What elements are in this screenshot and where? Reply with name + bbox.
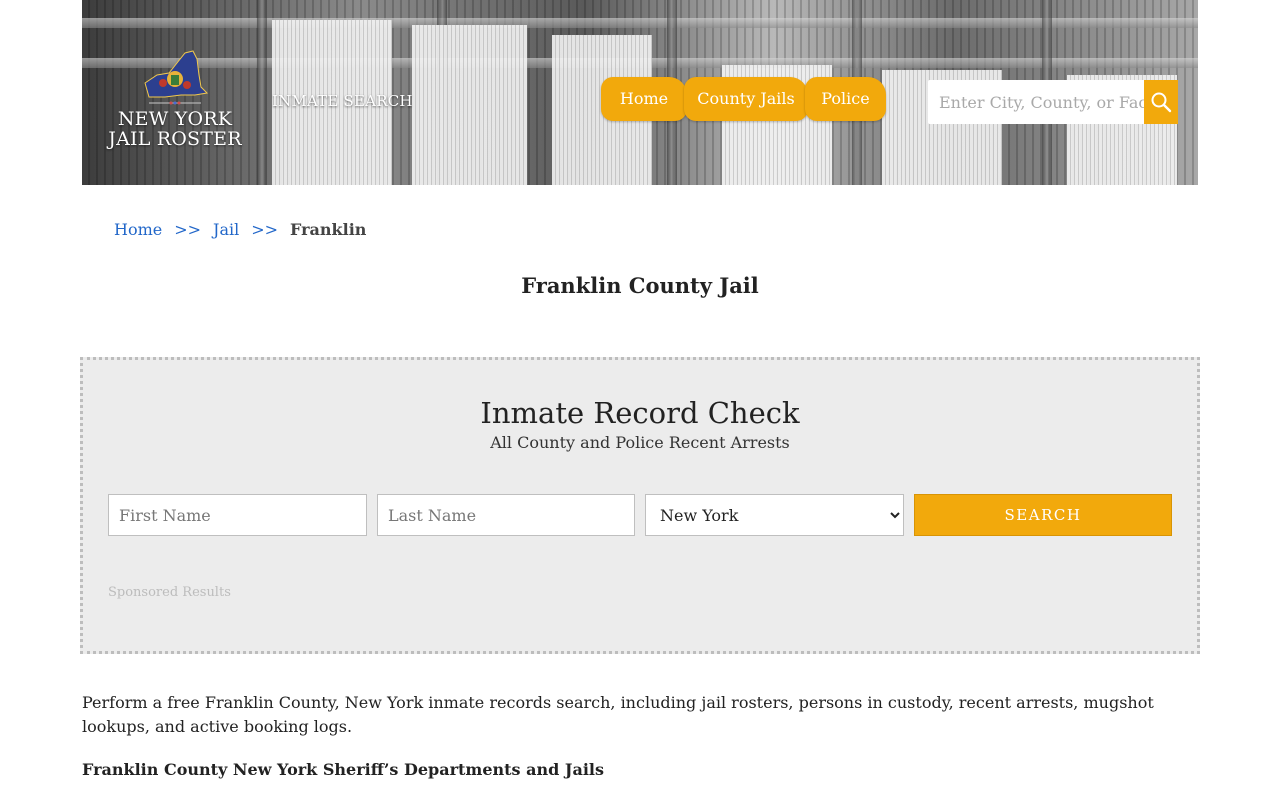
breadcrumb-home-link[interactable]: Home — [114, 220, 162, 239]
site-search-button[interactable] — [1144, 80, 1178, 124]
banner-divider — [257, 0, 267, 185]
search-button[interactable]: SEARCH — [914, 494, 1172, 536]
breadcrumb: Home >> Jail >> Franklin — [114, 220, 366, 239]
logo-text: NEW YORK JAIL ROSTER — [105, 109, 245, 149]
logo-line-1: NEW YORK — [117, 108, 233, 130]
sponsored-results-label: Sponsored Results — [108, 585, 231, 600]
breadcrumb-separator: >> — [174, 220, 202, 239]
section-heading: Franklin County New York Sheriff’s Depar… — [82, 760, 604, 779]
banner-shelf — [82, 18, 1198, 28]
search-icon — [1151, 92, 1172, 113]
nav-police-button[interactable]: Police — [805, 77, 886, 121]
last-name-input[interactable] — [377, 494, 635, 536]
first-name-input[interactable] — [108, 494, 367, 536]
breadcrumb-separator: >> — [251, 220, 279, 239]
record-check-title: Inmate Record Check — [480, 396, 800, 430]
nav-county-jails-button[interactable]: County Jails — [684, 77, 808, 121]
banner-papers — [412, 25, 527, 185]
nav-home-button[interactable]: Home — [601, 77, 687, 121]
state-select[interactable]: New York — [645, 494, 904, 536]
intro-paragraph: Perform a free Franklin County, New York… — [82, 693, 1154, 736]
logo-line-2: JAIL ROSTER — [108, 128, 242, 150]
site-search — [928, 80, 1178, 124]
new-york-state-map-icon — [144, 50, 209, 105]
breadcrumb-current: Franklin — [290, 220, 367, 239]
page-title: Franklin County Jail — [521, 273, 759, 298]
breadcrumb-jail-link[interactable]: Jail — [213, 220, 239, 239]
record-check-subtitle: All County and Police Recent Arrests — [490, 433, 790, 452]
site-search-input[interactable] — [928, 80, 1144, 124]
inmate-search-link[interactable]: INMATE SEARCH — [272, 92, 413, 110]
site-logo[interactable]: NEW YORK JAIL ROSTER — [105, 45, 245, 160]
record-check-panel: Inmate Record Check All County and Polic… — [80, 357, 1200, 654]
